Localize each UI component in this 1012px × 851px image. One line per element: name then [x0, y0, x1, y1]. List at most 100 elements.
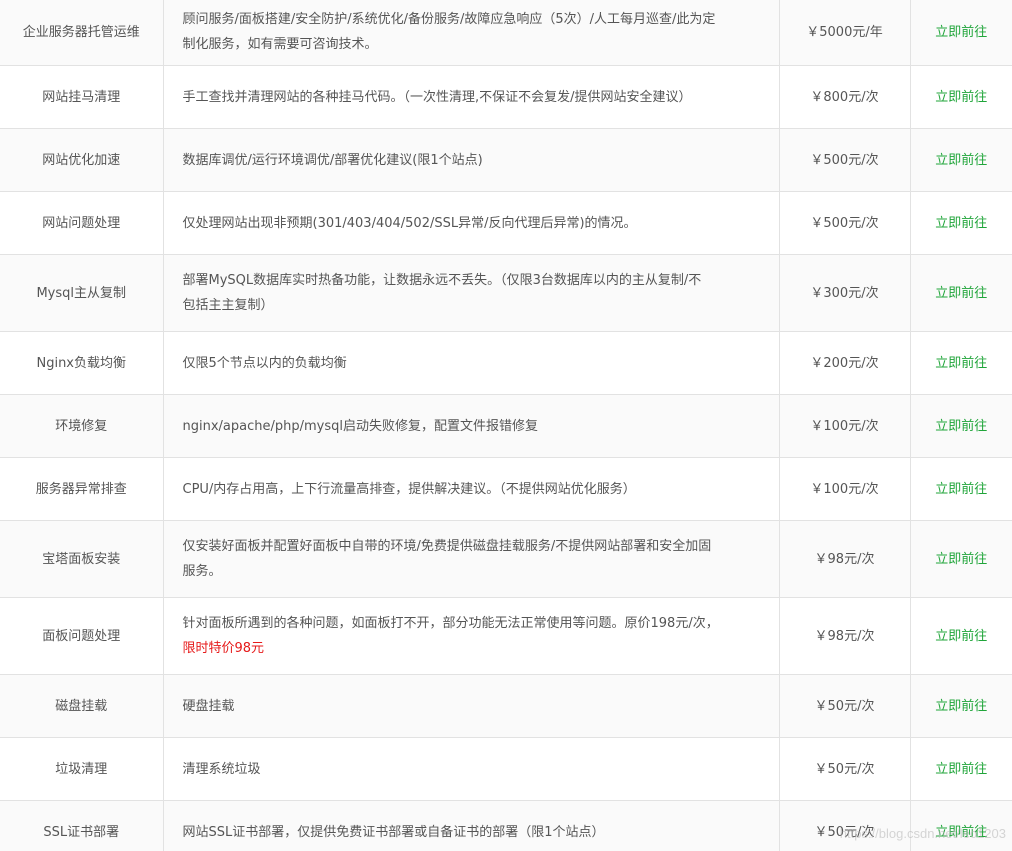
service-name-cell: 面板问题处理	[0, 597, 163, 675]
service-price-cell: ￥50元/次	[778, 737, 910, 801]
service-price: ￥50元/次	[814, 824, 875, 840]
service-description-line: 数据库调优/运行环境调优/部署优化建议(限1个站点)	[182, 152, 483, 168]
service-price: ￥98元/次	[814, 628, 875, 644]
action-cell: 立即前往	[909, 674, 1012, 738]
table-row: 宝塔面板安装 仅安装好面板并配置好面板中自带的环境/免费提供磁盘挂载服务/不提供网…	[0, 520, 1012, 598]
service-name: 垃圾清理	[55, 761, 108, 777]
services-table-container: 企业服务器托管运维 顾问服务/面板搭建/安全防护/系统优化/备份服务/故障应急响应…	[0, 0, 1012, 851]
action-cell: 立即前往	[909, 0, 1012, 66]
service-name: 服务器异常排查	[35, 481, 127, 497]
service-description-line: 硬盘挂载	[182, 698, 235, 714]
service-description-line: CPU/内存占用高，上下行流量高排查，提供解决建议。（不提供网站优化服务）	[182, 481, 636, 497]
service-price-cell: ￥50元/次	[778, 674, 910, 738]
service-price-cell: ￥200元/次	[778, 331, 910, 395]
service-name-cell: 企业服务器托管运维	[0, 0, 163, 66]
action-cell: 立即前往	[909, 394, 1012, 458]
service-description-line: 顾问服务/面板搭建/安全防护/系统优化/备份服务/故障应急响应（5次）/人工每月…	[182, 12, 716, 27]
service-name-cell: 网站挂马清理	[0, 65, 163, 129]
service-price: ￥800元/次	[810, 89, 879, 105]
go-now-link[interactable]: 立即前往	[935, 153, 987, 168]
service-price-cell: ￥300元/次	[778, 254, 910, 332]
table-row: 网站挂马清理 手工查找并清理网站的各种挂马代码。（一次性清理,不保证不会复发/提供…	[0, 65, 1012, 129]
go-now-link[interactable]: 立即前往	[935, 356, 987, 371]
go-now-link[interactable]: 立即前往	[935, 552, 987, 567]
service-name-cell: Mysql主从复制	[0, 254, 163, 332]
action-cell: 立即前往	[909, 737, 1012, 801]
service-price-cell: ￥800元/次	[778, 65, 910, 129]
service-name-cell: 网站优化加速	[0, 128, 163, 192]
table-row: 垃圾清理 清理系统垃圾 ￥50元/次 立即前往	[0, 737, 1012, 801]
service-name-cell: 垃圾清理	[0, 737, 163, 801]
go-now-link[interactable]: 立即前往	[935, 629, 987, 644]
go-now-link[interactable]: 立即前往	[935, 25, 987, 40]
service-price: ￥200元/次	[810, 355, 879, 371]
service-description-line: 仅安装好面板并配置好面板中自带的环境/免费提供磁盘挂载服务/不提供网站部署和安全…	[182, 539, 712, 554]
service-description-line: 仅处理网站出现非预期(301/403/404/502/SSL异常/反向代理后异常…	[182, 215, 637, 231]
service-name: 环境修复	[55, 418, 108, 434]
promo-price-text: 限时特价98元	[182, 641, 265, 656]
service-name: Mysql主从复制	[36, 285, 127, 301]
service-name-cell: 环境修复	[0, 394, 163, 458]
service-description-cell: 顾问服务/面板搭建/安全防护/系统优化/备份服务/故障应急响应（5次）/人工每月…	[162, 0, 779, 66]
go-now-link[interactable]: 立即前往	[935, 286, 987, 301]
service-description-line: 部署MySQL数据库实时热备功能，让数据永远不丢失。（仅限3台数据库以内的主从复…	[182, 273, 702, 288]
go-now-link[interactable]: 立即前往	[935, 482, 987, 497]
service-name: 面板问题处理	[42, 628, 121, 644]
service-name-cell: SSL证书部署	[0, 800, 163, 851]
service-price: ￥500元/次	[810, 215, 879, 231]
service-description-cell: nginx/apache/php/mysql启动失败修复，配置文件报错修复	[162, 394, 779, 458]
go-now-link[interactable]: 立即前往	[935, 699, 987, 714]
service-name-cell: 磁盘挂载	[0, 674, 163, 738]
service-name: SSL证书部署	[43, 824, 120, 840]
service-name-cell: 服务器异常排查	[0, 457, 163, 521]
service-description-cell: 部署MySQL数据库实时热备功能，让数据永远不丢失。（仅限3台数据库以内的主从复…	[162, 254, 779, 332]
action-cell: 立即前往	[909, 65, 1012, 129]
service-description-cell: CPU/内存占用高，上下行流量高排查，提供解决建议。（不提供网站优化服务）	[162, 457, 779, 521]
service-price: ￥50元/次	[814, 698, 875, 714]
service-price: ￥5000元/年	[806, 24, 883, 40]
service-price-cell: ￥100元/次	[778, 457, 910, 521]
action-cell: 立即前往	[909, 457, 1012, 521]
service-description-line: 仅限5个节点以内的负载均衡	[182, 355, 347, 371]
service-price-cell: ￥5000元/年	[778, 0, 910, 66]
service-description-line: nginx/apache/php/mysql启动失败修复，配置文件报错修复	[182, 418, 538, 434]
service-price-cell: ￥100元/次	[778, 394, 910, 458]
service-name: Nginx负载均衡	[36, 355, 127, 371]
service-description-line: 制化服务，如有需要可咨询技术。	[182, 37, 378, 52]
go-now-link[interactable]: 立即前往	[935, 216, 987, 231]
go-now-link[interactable]: 立即前往	[935, 90, 987, 105]
service-name-cell: 网站问题处理	[0, 191, 163, 255]
service-price: ￥50元/次	[814, 761, 875, 777]
service-description-cell: 针对面板所遇到的各种问题，如面板打不开，部分功能无法正常使用等问题。原价198元…	[162, 597, 779, 675]
service-name: 网站优化加速	[42, 152, 121, 168]
services-table: 企业服务器托管运维 顾问服务/面板搭建/安全防护/系统优化/备份服务/故障应急响应…	[0, 0, 1012, 851]
table-row: Nginx负载均衡 仅限5个节点以内的负载均衡 ￥200元/次 立即前往	[0, 331, 1012, 395]
table-row: 网站优化加速 数据库调优/运行环境调优/部署优化建议(限1个站点) ￥500元/次 立…	[0, 128, 1012, 192]
table-row: 网站问题处理 仅处理网站出现非预期(301/403/404/502/SSL异常/反…	[0, 191, 1012, 255]
action-cell: 立即前往	[909, 128, 1012, 192]
action-cell: 立即前往	[909, 331, 1012, 395]
go-now-link[interactable]: 立即前往	[935, 762, 987, 777]
action-cell: 立即前往	[909, 254, 1012, 332]
table-row: 面板问题处理 针对面板所遇到的各种问题，如面板打不开，部分功能无法正常使用等问题。…	[0, 597, 1012, 675]
service-description-cell: 仅限5个节点以内的负载均衡	[162, 331, 779, 395]
service-description-cell: 仅处理网站出现非预期(301/403/404/502/SSL异常/反向代理后异常…	[162, 191, 779, 255]
service-description-cell: 清理系统垃圾	[162, 737, 779, 801]
table-row: 企业服务器托管运维 顾问服务/面板搭建/安全防护/系统优化/备份服务/故障应急响应…	[0, 0, 1012, 66]
service-name-cell: 宝塔面板安装	[0, 520, 163, 598]
table-row: 服务器异常排查 CPU/内存占用高，上下行流量高排查，提供解决建议。（不提供网站优…	[0, 457, 1012, 521]
go-now-link[interactable]: 立即前往	[935, 419, 987, 434]
service-description-line: 包括主主复制）	[182, 298, 274, 313]
table-row: 环境修复 nginx/apache/php/mysql启动失败修复，配置文件报错修…	[0, 394, 1012, 458]
service-description-line: 服务。	[182, 564, 222, 579]
service-description-cell: 硬盘挂载	[162, 674, 779, 738]
service-price-cell: ￥50元/次	[778, 800, 910, 851]
service-price-cell: ￥98元/次	[778, 597, 910, 675]
service-description-cell: 手工查找并清理网站的各种挂马代码。（一次性清理,不保证不会复发/提供网站安全建议…	[162, 65, 779, 129]
service-name: 网站挂马清理	[42, 89, 121, 105]
table-row: SSL证书部署 网站SSL证书部署，仅提供免费证书部署或自备证书的部署（限1个站点…	[0, 800, 1012, 851]
service-price: ￥100元/次	[810, 481, 879, 497]
go-now-link[interactable]: 立即前往	[935, 825, 987, 840]
service-description-line: 清理系统垃圾	[182, 761, 261, 777]
service-name: 企业服务器托管运维	[22, 24, 140, 40]
